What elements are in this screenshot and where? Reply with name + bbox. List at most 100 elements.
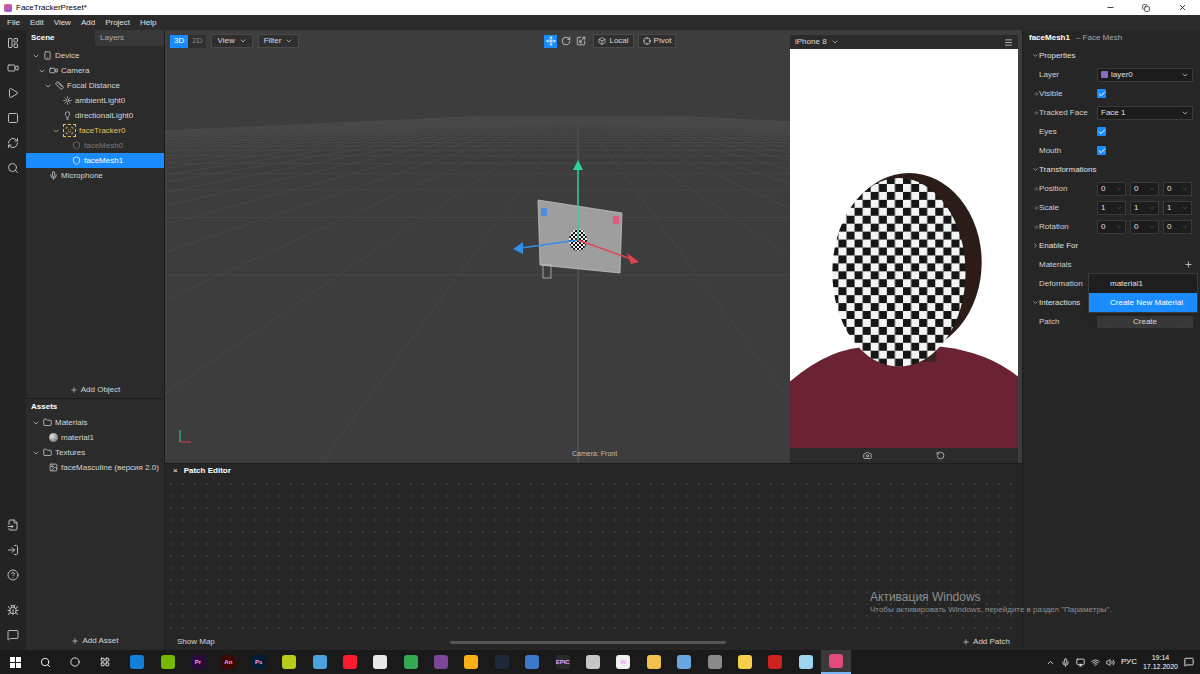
stepper-icon[interactable] [1182,224,1188,230]
tree-item[interactable]: Device [26,48,164,63]
stop-icon[interactable] [7,112,19,124]
menu-item[interactable]: View [54,17,71,29]
taskbar-app[interactable] [517,650,547,674]
pivot-button[interactable]: Pivot [638,34,677,48]
taskbar-app[interactable] [365,650,395,674]
taskbar-app[interactable] [639,650,669,674]
panel-tab[interactable]: Scene [26,30,95,46]
section-collapsed-icon[interactable] [1032,242,1039,249]
import-icon[interactable] [7,519,19,531]
stepper-icon[interactable] [1182,205,1188,211]
show-map-button[interactable]: Show Map [177,636,215,648]
layout-icon[interactable] [7,37,19,49]
taskbar-app[interactable] [426,650,456,674]
tree-item[interactable]: faceMesh0 [26,138,164,153]
select-field[interactable]: Face 1 [1097,106,1193,120]
stepper-icon[interactable] [1182,186,1188,192]
tree-item[interactable]: Focal Distance [26,78,164,93]
maximize-button[interactable] [1128,0,1164,15]
taskbar-app[interactable] [274,650,304,674]
add-material-icon[interactable] [1184,260,1193,269]
number-field[interactable]: 0 [1130,182,1159,196]
refresh-icon[interactable] [7,137,19,149]
inspector-section[interactable]: Properties [1023,46,1200,65]
stepper-icon[interactable] [1149,186,1155,192]
transform-tool-button[interactable] [559,35,572,48]
close-patch-editor[interactable]: × [173,465,178,477]
number-field[interactable]: 1 [1130,201,1159,215]
taskbar-app[interactable] [699,650,729,674]
stepper-icon[interactable] [1149,224,1155,230]
view-mode-button[interactable]: 2D [188,35,206,48]
checkbox[interactable] [1097,89,1106,98]
minimize-button[interactable] [1092,0,1128,15]
tree-item[interactable]: material1 [26,430,164,445]
expand-arrow-icon[interactable] [32,52,40,60]
taskbar-app[interactable] [730,650,760,674]
taskbar-app[interactable] [335,650,365,674]
checkbox[interactable] [1097,146,1106,155]
expand-arrow-icon[interactable] [32,419,40,427]
viewport-menu[interactable]: Filter [258,34,300,48]
stepper-icon[interactable] [1149,205,1155,211]
menu-item[interactable]: File [7,17,20,29]
taskbar-app[interactable] [487,650,517,674]
export-icon[interactable] [7,544,19,556]
taskbar-app[interactable] [456,650,486,674]
select-field[interactable]: layer0 [1097,68,1193,82]
viewport-menu[interactable]: View [211,34,252,48]
number-field[interactable]: 1 [1163,201,1192,215]
play-icon[interactable] [7,87,19,99]
expand-arrow-icon[interactable] [52,127,60,135]
menu-item[interactable]: Help [140,17,156,29]
taskbar-app[interactable] [152,650,182,674]
clock[interactable]: 19:1417.12.2020 [1143,653,1178,671]
tree-item[interactable]: faceMasculine (версия 2.0) [26,460,164,475]
create-patch-button[interactable]: Create [1097,316,1193,328]
dropdown-item[interactable]: material1 [1089,274,1197,293]
tree-item[interactable]: directionalLight0 [26,108,164,123]
number-field[interactable]: 0 [1097,220,1126,234]
transform-tool-button[interactable] [574,35,587,48]
section-expanded-icon[interactable] [1032,166,1039,173]
taskbar-app[interactable] [760,650,790,674]
tree-item[interactable]: Textures [26,445,164,460]
close-button[interactable] [1164,0,1200,15]
section-expanded-icon[interactable] [1032,299,1039,306]
screenshot-icon[interactable] [863,451,872,460]
tray-display-icon[interactable] [1076,658,1085,667]
add-patch-button[interactable]: Add Patch [973,636,1010,648]
notifications-icon[interactable] [1184,657,1194,667]
expand-arrow-icon[interactable] [44,82,52,90]
menu-item[interactable]: Project [105,17,130,29]
taskbar-app[interactable] [791,650,821,674]
tray-network-icon[interactable] [1091,658,1100,667]
video-icon[interactable] [7,62,19,74]
number-field[interactable]: 1 [1097,201,1126,215]
patch-link-icon[interactable] [1033,224,1039,230]
stepper-icon[interactable] [1116,205,1122,211]
transform-tool-button[interactable] [544,35,557,48]
tree-item[interactable]: faceTracker0 [26,123,164,138]
expand-arrow-icon[interactable] [32,449,40,457]
inspector-section[interactable]: Enable For [1023,236,1200,255]
start-button[interactable] [0,650,30,674]
tree-item[interactable]: Materials [26,415,164,430]
language-indicator[interactable]: РУС [1121,656,1137,668]
tree-item[interactable]: ambientLight0 [26,93,164,108]
taskbar-app[interactable]: W [608,650,638,674]
add-asset-button[interactable]: Add Asset [82,635,118,647]
taskbar-app[interactable]: EPIC [547,650,577,674]
search-button[interactable] [30,650,60,674]
taskbar-app[interactable]: Ps [244,650,274,674]
tree-item[interactable]: Microphone [26,168,164,183]
tray-volume-icon[interactable] [1106,658,1115,667]
taskbar-app[interactable] [396,650,426,674]
feedback-icon[interactable] [7,629,19,641]
inspector-section[interactable]: Transformations [1023,160,1200,179]
number-field[interactable]: 0 [1163,220,1192,234]
section-expanded-icon[interactable] [1032,52,1039,59]
stepper-icon[interactable] [1116,186,1122,192]
checkbox[interactable] [1097,127,1106,136]
menu-item[interactable]: Edit [30,17,44,29]
